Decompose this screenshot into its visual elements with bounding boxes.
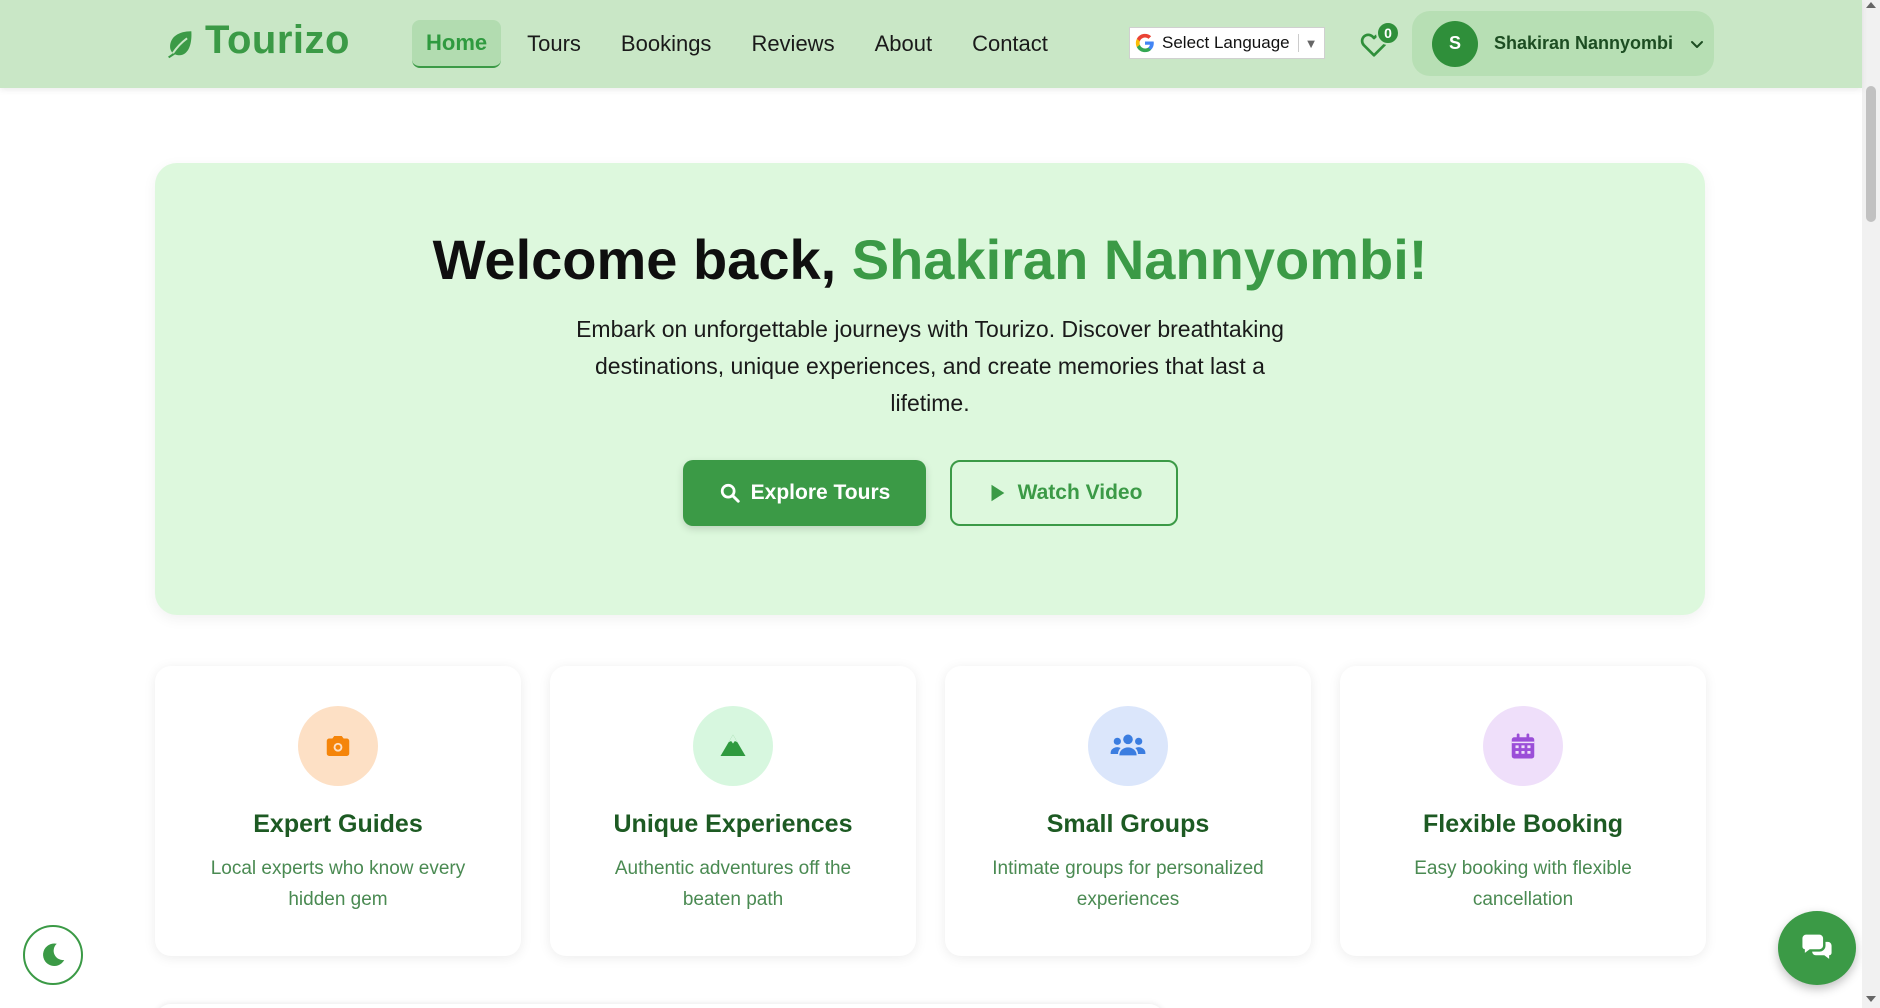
nav-home[interactable]: Home bbox=[412, 20, 502, 68]
user-name: Shakiran Nannyombi bbox=[1494, 33, 1674, 53]
scroll-up-arrow-icon[interactable] bbox=[1866, 2, 1876, 8]
page-scrollbar[interactable] bbox=[1862, 0, 1880, 1008]
nav-tours[interactable]: Tours bbox=[513, 21, 595, 67]
feature-icon-badge bbox=[1483, 706, 1563, 786]
feature-title: Expert Guides bbox=[253, 810, 423, 838]
feature-title: Flexible Booking bbox=[1422, 810, 1624, 838]
watch-video-label: Watch Video bbox=[1017, 481, 1143, 504]
language-label: Select Language bbox=[1162, 33, 1290, 52]
nav-reviews[interactable]: Reviews bbox=[737, 21, 848, 67]
feature-icon-badge bbox=[1088, 706, 1168, 786]
explore-tours-label: Explore Tours bbox=[750, 481, 891, 504]
hero-description: Embark on unforgettable journeys with To… bbox=[576, 316, 1284, 416]
mountain-icon bbox=[720, 734, 746, 756]
hero-greeting: Welcome back, bbox=[432, 228, 852, 291]
play-icon bbox=[991, 484, 1004, 502]
nav-about[interactable]: About bbox=[861, 21, 947, 67]
explore-tours-button[interactable]: Explore Tours bbox=[683, 460, 926, 526]
hero-user-name: Shakiran Nannyombi! bbox=[851, 228, 1428, 291]
nav-contact[interactable]: Contact bbox=[958, 21, 1062, 67]
camera-icon bbox=[326, 736, 350, 756]
feature-description: Easy booking with flexible cancellation bbox=[1414, 858, 1632, 910]
chat-button[interactable] bbox=[1778, 911, 1856, 985]
google-icon bbox=[1135, 33, 1154, 53]
users-icon bbox=[1110, 734, 1146, 756]
language-divider bbox=[1297, 34, 1299, 52]
user-menu[interactable]: S Shakiran Nannyombi bbox=[1412, 11, 1714, 76]
feature-title: Small Groups bbox=[1046, 810, 1210, 838]
hero-title: Welcome back, Shakiran Nannyombi! bbox=[155, 227, 1705, 292]
feature-icon-badge bbox=[693, 706, 773, 786]
chat-icon bbox=[1802, 934, 1832, 959]
scroll-down-arrow-icon[interactable] bbox=[1866, 996, 1876, 1002]
language-select[interactable]: Select Language ▼ bbox=[1129, 27, 1325, 59]
hero-banner: Welcome back, Shakiran Nannyombi! Embark… bbox=[155, 163, 1705, 615]
watch-video-button[interactable]: Watch Video bbox=[950, 460, 1178, 526]
main-nav: Home Tours Bookings Reviews About Contac… bbox=[412, 20, 1074, 68]
feature-card-unique-experiences: Unique Experiences Authentic adventures … bbox=[550, 666, 916, 956]
feature-card-small-groups: Small Groups Intimate groups for persona… bbox=[945, 666, 1311, 956]
favorites-count-badge: 0 bbox=[1376, 21, 1400, 45]
feature-description: Authentic adventures off the beaten path bbox=[614, 858, 852, 910]
brand-logo[interactable]: Tourizo bbox=[163, 18, 350, 63]
avatar: S bbox=[1432, 20, 1478, 67]
next-section-card bbox=[155, 1004, 1165, 1008]
feature-icon-badge bbox=[298, 706, 378, 786]
dropdown-arrow-icon: ▼ bbox=[1304, 35, 1318, 51]
nav-bookings[interactable]: Bookings bbox=[607, 21, 726, 67]
feature-title: Unique Experiences bbox=[613, 810, 853, 838]
moon-icon bbox=[43, 943, 65, 966]
feature-card-expert-guides: Expert Guides Local experts who know eve… bbox=[155, 666, 521, 956]
calendar-icon bbox=[1511, 733, 1535, 759]
top-navbar: Tourizo Home Tours Bookings Reviews Abou… bbox=[0, 0, 1862, 88]
theme-toggle-button[interactable] bbox=[23, 925, 83, 985]
feature-description: Intimate groups for personalized experie… bbox=[992, 858, 1264, 910]
search-icon bbox=[720, 483, 740, 503]
leaf-icon bbox=[167, 30, 192, 58]
feature-card-flexible-booking: Flexible Booking Easy booking with flexi… bbox=[1340, 666, 1706, 956]
scrollbar-thumb[interactable] bbox=[1866, 86, 1876, 222]
chevron-down-icon bbox=[1691, 40, 1704, 48]
feature-description: Local experts who know every hidden gem bbox=[210, 858, 466, 910]
brand-name: Tourizo bbox=[205, 18, 350, 62]
